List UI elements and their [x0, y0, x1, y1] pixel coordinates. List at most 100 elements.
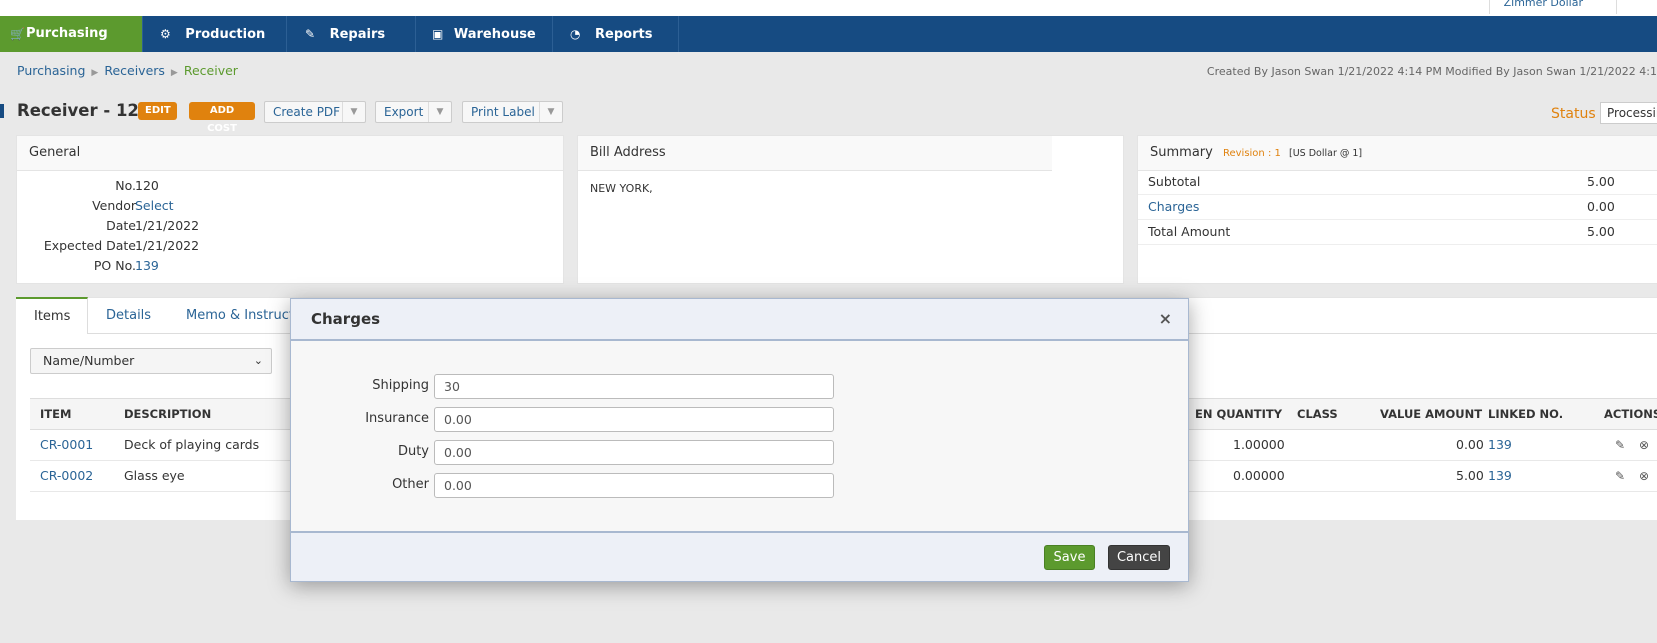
column-header[interactable]: LINKED NO. — [1488, 399, 1563, 429]
print-label-dropdown[interactable]: Print Label ▼ — [462, 101, 563, 123]
field-date-value: 1/21/2022 — [135, 218, 200, 233]
delete-row-icon[interactable]: ⊗ — [1639, 439, 1651, 451]
item-value: 5.00 — [1456, 468, 1484, 483]
insurance-row: Insurance 0.00 — [291, 407, 1190, 433]
field-label: No. — [115, 178, 136, 193]
breadcrumb: Purchasing ▶ Receivers ▶ Receiver — [17, 63, 238, 78]
summary-row: Charges 0.00 — [1138, 195, 1657, 220]
summary-value: 0.00 — [1587, 199, 1615, 214]
search-type-select[interactable]: Name/Number ⌄ — [30, 348, 272, 374]
linked-po-link[interactable]: 139 — [1488, 461, 1512, 491]
main-nav: 🛒 Purchasing ⚙ Production ✎ Repairs ▣ Wa… — [0, 16, 1657, 52]
breadcrumb-purchasing[interactable]: Purchasing — [17, 63, 85, 78]
column-header[interactable]: DESCRIPTION — [124, 399, 211, 429]
shipping-label: Shipping — [372, 378, 429, 393]
nav-repairs[interactable]: ✎ Repairs — [287, 16, 416, 52]
column-header[interactable]: VALUE AMOUNT — [1380, 399, 1482, 429]
nav-purchasing[interactable]: 🛒 Purchasing — [0, 16, 143, 52]
summary-header: Summary Revision : 1 [US Dollar @ 1] — [1138, 136, 1657, 171]
tab-items[interactable]: Items — [16, 297, 88, 334]
export-label[interactable]: Export — [376, 102, 431, 122]
save-button[interactable]: Save — [1044, 545, 1095, 570]
nav-label: Repairs — [329, 27, 386, 42]
field-label: PO No. — [93, 258, 136, 273]
general-panel: General No. 120 Vendor Select Date 1/21/… — [16, 135, 564, 284]
nav-warehouse[interactable]: ▣ Warehouse — [416, 16, 553, 52]
tag-icon: ✎ — [305, 27, 316, 41]
print-label-label[interactable]: Print Label — [463, 102, 543, 122]
field-label: Vendor — [92, 198, 136, 213]
general-title: General — [17, 136, 563, 171]
nav-reports[interactable]: ◔ Reports — [553, 16, 679, 52]
other-input[interactable]: 0.00 — [434, 473, 834, 498]
summary-label: Total Amount — [1148, 224, 1231, 239]
other-label: Other — [392, 477, 429, 492]
breadcrumb-receivers[interactable]: Receivers — [104, 63, 165, 78]
nav-label: Warehouse — [453, 27, 536, 42]
summary-value: 5.00 — [1587, 224, 1615, 239]
column-header[interactable]: CLASS — [1297, 399, 1338, 429]
user-name[interactable]: Zimmer Dollar — [1504, 0, 1583, 9]
column-header[interactable]: ITEM — [40, 399, 71, 429]
duty-input[interactable]: 0.00 — [434, 440, 834, 465]
nav-production[interactable]: ⚙ Production — [143, 16, 287, 52]
field-label: Date — [106, 218, 136, 233]
item-description: Deck of playing cards — [124, 437, 260, 452]
chevron-down-icon[interactable]: ▼ — [342, 102, 365, 122]
top-bar: Zimmer Dollar — [0, 0, 1657, 17]
tab-details[interactable]: Details — [88, 298, 169, 334]
cart-icon: 🛒 — [10, 27, 25, 41]
dialog-title: Charges — [311, 310, 381, 328]
user-menu[interactable]: Zimmer Dollar — [1488, 0, 1597, 14]
edit-button[interactable]: EDIT — [138, 102, 177, 120]
status-label: Status — [1551, 106, 1596, 122]
field-expected-date-value: 1/21/2022 — [135, 238, 200, 253]
summary-value: 5.00 — [1587, 174, 1615, 189]
chevron-down-icon[interactable]: ⌄ — [254, 349, 263, 373]
pie-chart-icon: ◔ — [570, 27, 581, 41]
create-pdf-label[interactable]: Create PDF — [265, 102, 348, 122]
status-select[interactable]: Processing — [1600, 102, 1657, 124]
create-pdf-dropdown[interactable]: Create PDF ▼ — [264, 101, 366, 123]
chevron-down-icon[interactable]: ▼ — [539, 102, 562, 122]
item-link[interactable]: CR-0001 — [40, 430, 93, 460]
add-cost-button[interactable]: ADD COST — [189, 102, 255, 134]
dialog-footer: Save Cancel — [291, 531, 1188, 581]
bill-address-panel: Bill Address NEW YORK, — [577, 135, 1124, 284]
breadcrumb-separator-icon: ▶ — [91, 68, 99, 78]
charges-link[interactable]: Charges — [1148, 195, 1199, 219]
close-icon[interactable]: × — [1159, 309, 1172, 328]
currency-label: [US Dollar @ 1] — [1289, 148, 1363, 159]
item-link[interactable]: CR-0002 — [40, 461, 93, 491]
charges-dialog: Charges × Shipping 30 Insurance 0.00 Dut… — [290, 298, 1189, 582]
column-header[interactable]: EN QUANTITY — [1195, 399, 1282, 429]
bill-address-title: Bill Address — [578, 136, 1052, 171]
shipping-input[interactable]: 30 — [434, 374, 834, 399]
summary-row: Total Amount 5.00 — [1138, 220, 1657, 245]
nav-label: Purchasing — [26, 26, 108, 41]
po-number-link[interactable]: 139 — [135, 258, 159, 273]
linked-po-link[interactable]: 139 — [1488, 430, 1512, 460]
shipping-row: Shipping 30 — [291, 374, 1190, 400]
page-title: Receiver - 120 — [17, 101, 151, 120]
insurance-label: Insurance — [365, 411, 429, 426]
gears-icon: ⚙ — [160, 27, 171, 41]
edit-row-icon[interactable]: ✎ — [1615, 439, 1627, 451]
duty-label: Duty — [397, 444, 429, 459]
user-menu-extra[interactable] — [1616, 0, 1657, 14]
dialog-header: Charges × — [291, 299, 1188, 341]
box-icon: ▣ — [432, 27, 444, 41]
delete-row-icon[interactable]: ⊗ — [1639, 470, 1651, 482]
insurance-input[interactable]: 0.00 — [434, 407, 834, 432]
item-description: Glass eye — [124, 468, 185, 483]
collapse-handle[interactable] — [0, 104, 4, 118]
vendor-select-link[interactable]: Select — [135, 198, 174, 213]
nav-label: Reports — [595, 27, 653, 42]
cancel-button[interactable]: Cancel — [1108, 545, 1170, 570]
item-quantity: 1.00000 — [1233, 437, 1285, 452]
summary-label: Subtotal — [1148, 174, 1201, 189]
search-type-value[interactable]: Name/Number — [43, 353, 134, 368]
export-dropdown[interactable]: Export ▼ — [375, 101, 452, 123]
chevron-down-icon[interactable]: ▼ — [428, 102, 451, 122]
edit-row-icon[interactable]: ✎ — [1615, 470, 1627, 482]
